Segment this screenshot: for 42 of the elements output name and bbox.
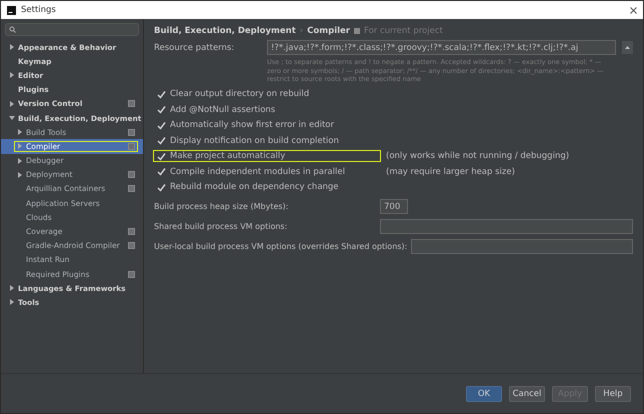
checkbox[interactable]: Automatically show first error in editor <box>154 120 380 130</box>
input-field[interactable]: 700 <box>380 199 408 214</box>
field-label: User-local build process VM options (overrides Shared options): <box>154 242 408 251</box>
search-icon <box>9 26 16 33</box>
checkbox[interactable]: Make project automatically <box>154 151 380 162</box>
input-field[interactable] <box>380 219 633 234</box>
dialog-button[interactable]: Help <box>595 386 631 402</box>
project-scope-icon <box>354 28 360 34</box>
collapsed-arrow-icon[interactable] <box>9 299 15 306</box>
project-scope-icon <box>128 100 135 108</box>
collapsed-arrow-icon[interactable] <box>17 172 23 178</box>
checkbox[interactable]: Add @NotNull assertions <box>154 104 380 115</box>
checkbox[interactable]: Display notification on build completion <box>154 136 380 146</box>
dialog-button[interactable]: Cancel <box>509 386 545 402</box>
option-note: (only works while not running / debugging) <box>386 151 570 162</box>
window-title: Settings <box>21 5 57 15</box>
checkbox[interactable]: Rebuild module on dependency change <box>154 182 380 192</box>
project-scope-icon <box>128 270 135 278</box>
search-field[interactable] <box>5 23 139 36</box>
input-field[interactable]: !?*.java;!?*.form;!?*.class;!?*.groovy;!?*.scala;!?*.flex;!?*.kt;!?*.clj;!?*.aj <box>267 40 616 55</box>
breadcrumb-current: Compiler <box>307 26 350 36</box>
collapsed-arrow-icon[interactable] <box>9 44 15 50</box>
dialog-button[interactable]: OK <box>466 386 502 402</box>
breadcrumb-separator: › <box>300 26 304 36</box>
collapsed-arrow-icon[interactable] <box>9 285 15 292</box>
close-icon[interactable] <box>630 6 637 14</box>
collapsed-arrow-icon[interactable] <box>9 72 15 78</box>
field-label: Resource patterns: <box>154 42 236 52</box>
scope-label: For current project <box>364 26 443 36</box>
option-note: (may require larger heap size) <box>386 166 515 177</box>
collapsed-arrow-icon[interactable] <box>17 158 23 164</box>
collapsed-arrow-icon[interactable] <box>17 129 23 136</box>
input-field[interactable] <box>411 239 633 254</box>
collapsed-arrow-icon[interactable] <box>9 100 15 107</box>
checkbox[interactable]: Clear output directory on rebuild <box>154 89 380 100</box>
checkbox[interactable]: Compile independent modules in parallel <box>154 166 380 177</box>
field-label: Shared build process VM options: <box>154 222 288 231</box>
expanded-arrow-icon[interactable] <box>9 115 15 122</box>
breadcrumb-path: Build, Execution, Deployment <box>154 26 296 36</box>
field-label: Build process heap size (Mbytes): <box>154 202 290 211</box>
app-logo-icon <box>7 6 16 14</box>
expand-field-icon[interactable] <box>622 41 633 54</box>
